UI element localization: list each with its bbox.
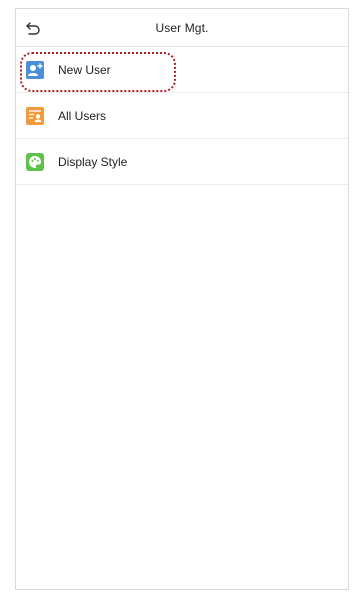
add-user-icon [25,60,45,80]
menu-item-label: New User [58,62,111,77]
menu-item-label: Display Style [58,154,128,169]
user-list-icon [25,106,45,126]
menu-item-display-style[interactable]: Display Style [16,139,348,185]
device-screen: User Mgt. New User All Users Display Sty… [15,8,349,590]
menu-item-label: All Users [58,108,107,123]
user-management-menu: New User All Users Display Style [16,47,348,185]
page-title: User Mgt. [155,20,209,35]
menu-item-all-users[interactable]: All Users [16,93,348,139]
header-bar: User Mgt. [16,9,348,47]
back-arrow-icon [26,22,40,35]
back-button[interactable] [20,15,46,41]
palette-icon [25,152,45,172]
menu-item-new-user[interactable]: New User [16,47,348,93]
